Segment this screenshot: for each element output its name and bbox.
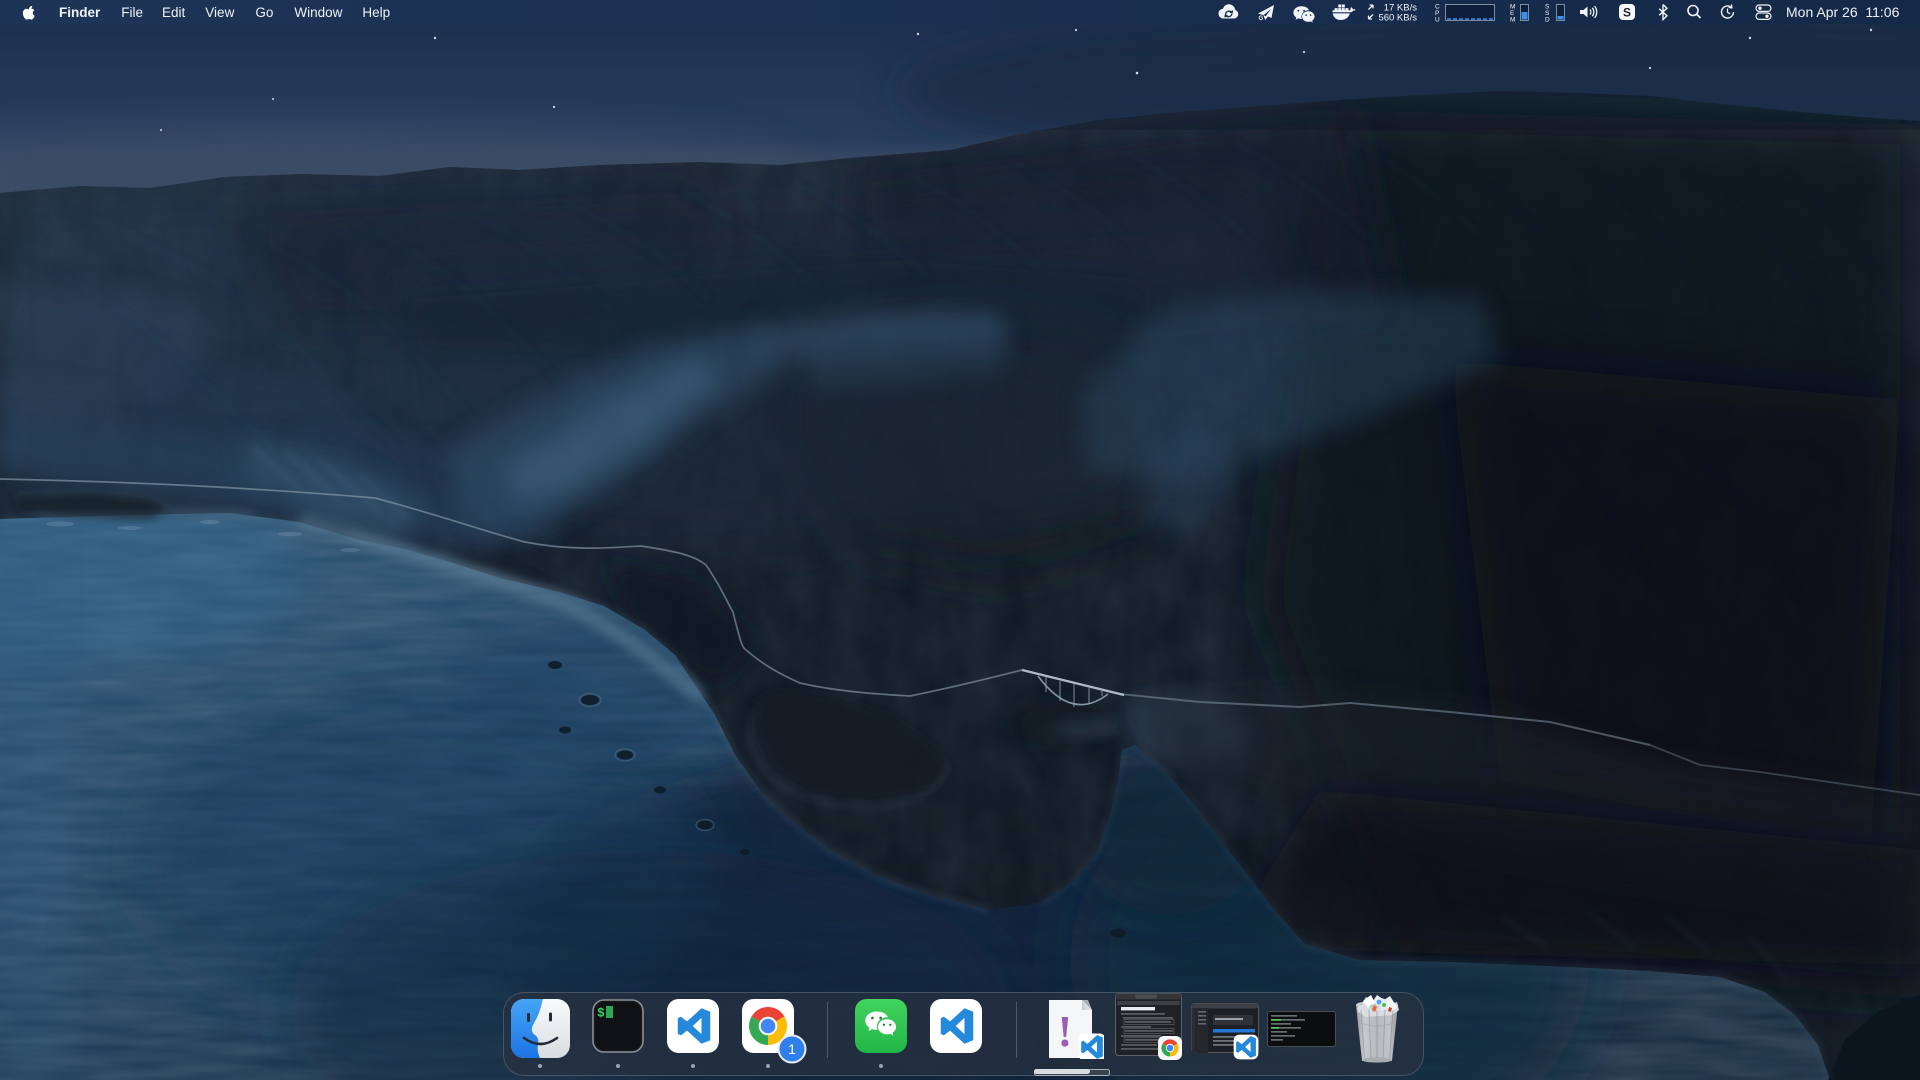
svg-text:S: S [1623, 6, 1631, 20]
svg-text:U: U [1435, 17, 1440, 24]
svg-text:560 KB/s: 560 KB/s [1378, 13, 1417, 24]
svg-text:G: G [1259, 16, 1264, 22]
svg-text:$: $ [597, 1006, 605, 1021]
svg-text:1: 1 [788, 1041, 796, 1057]
svg-text:!: ! [1058, 1007, 1073, 1056]
svg-text:M: M [1510, 17, 1515, 24]
svg-text:D: D [1545, 17, 1550, 24]
